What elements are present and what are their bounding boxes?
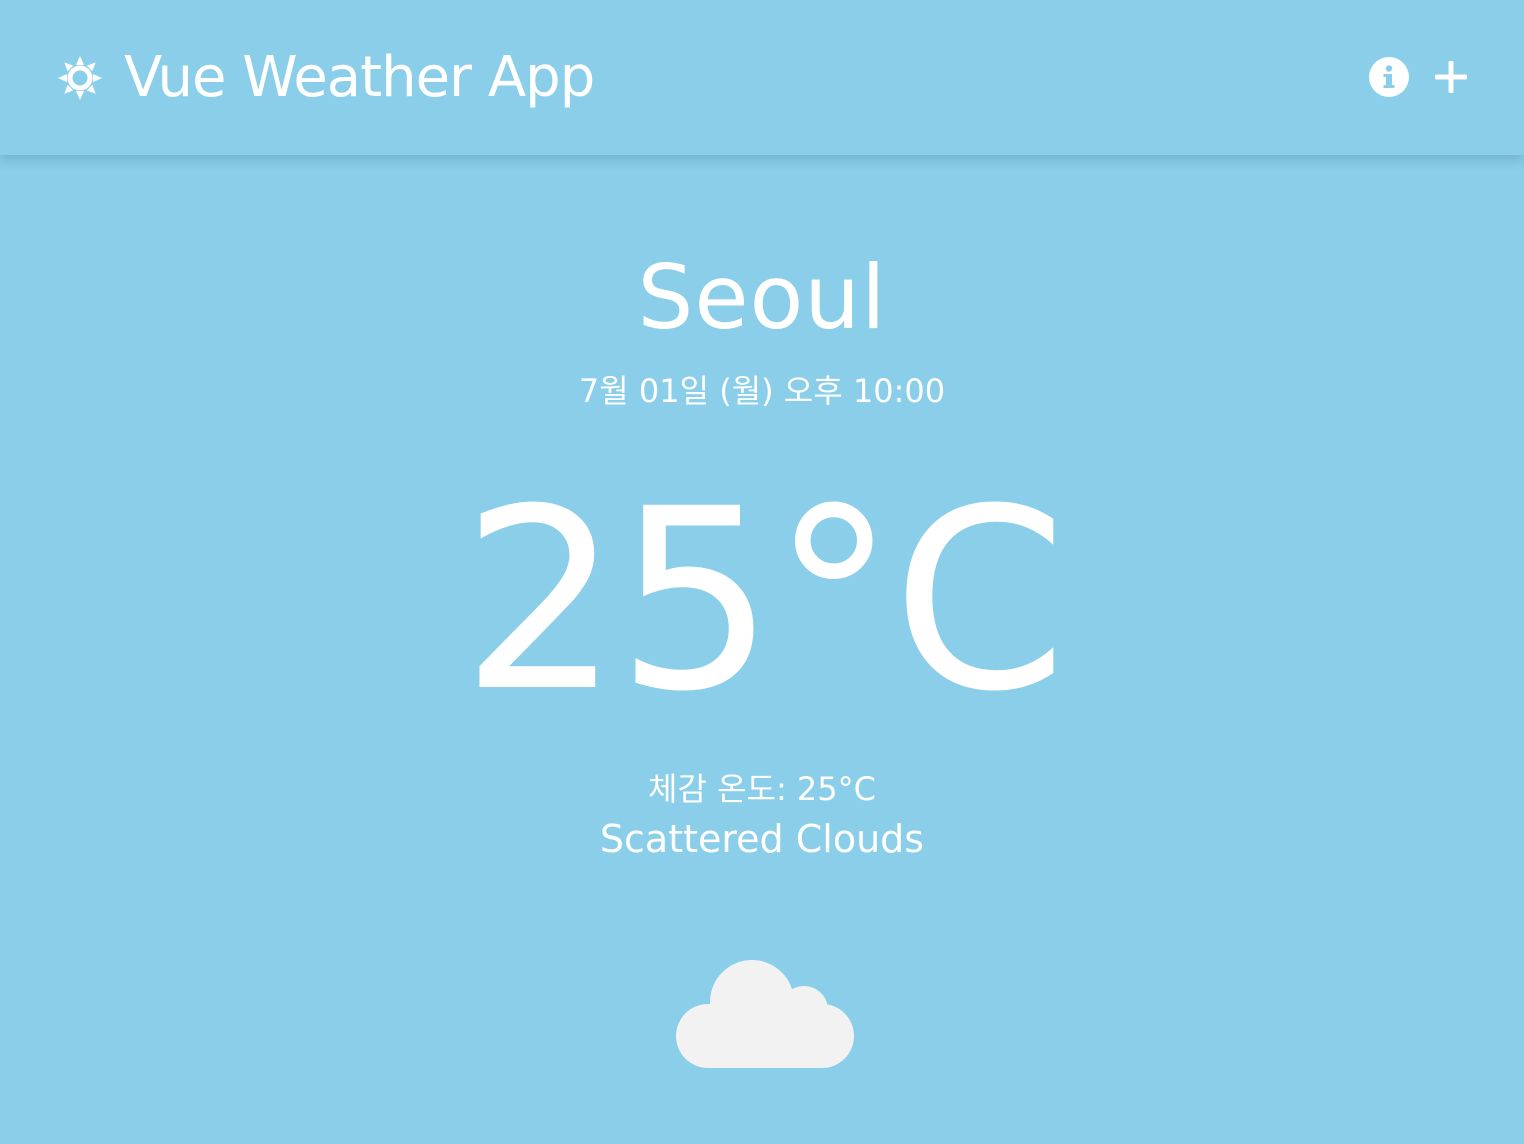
app-header: Vue Weather App (0, 0, 1524, 155)
plus-icon[interactable] (1432, 58, 1470, 96)
app-title: Vue Weather App (124, 45, 595, 110)
sun-icon (58, 56, 102, 100)
feels-like-temperature: 체감 온도: 25°C (648, 770, 876, 808)
current-temperature: 25°C (461, 455, 1067, 746)
cloud-icon (676, 960, 854, 1068)
info-circle-icon[interactable] (1368, 56, 1410, 98)
weather-description: Scattered Clouds (599, 817, 925, 861)
current-datetime: 7월 01일 (월) 오후 10:00 (578, 372, 946, 410)
city-name: Seoul (637, 246, 887, 349)
weather-panel: Seoul 7월 01일 (월) 오후 10:00 25°C 체감 온도: 25… (0, 155, 1524, 1144)
